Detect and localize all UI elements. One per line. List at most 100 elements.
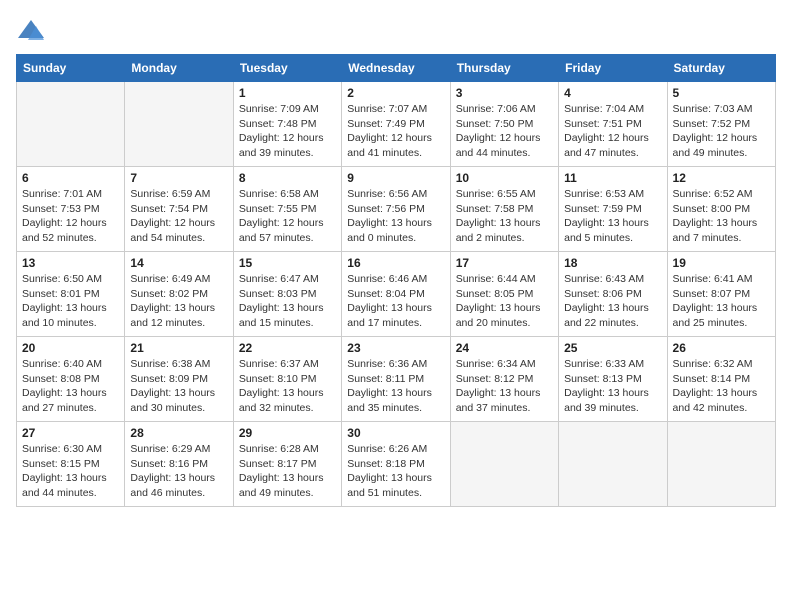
- day-cell: 2Sunrise: 7:07 AM Sunset: 7:49 PM Daylig…: [342, 82, 450, 167]
- day-number: 13: [22, 256, 119, 270]
- day-info: Sunrise: 6:30 AM Sunset: 8:15 PM Dayligh…: [22, 442, 119, 501]
- day-cell: 8 Sunrise: 6:58 AM Sunset: 7:55 PM Daylig…: [233, 167, 341, 252]
- day-info: Sunrise: 7:04 AM Sunset: 7:51 PM Dayligh…: [564, 102, 661, 161]
- day-info: Sunrise: 6:52 AM Sunset: 8:00 PM Dayligh…: [673, 187, 770, 246]
- week-row-0: 1 Sunrise: 7:09 AM Sunset: 7:48 PM Daylig…: [17, 82, 776, 167]
- day-cell: 16 Sunrise: 6:46 AM Sunset: 8:04 PM Dayli…: [342, 252, 450, 337]
- calendar-body: 1 Sunrise: 7:09 AM Sunset: 7:48 PM Daylig…: [17, 82, 776, 507]
- day-info: Sunrise: 6:43 AM Sunset: 8:06 PM Dayligh…: [564, 272, 661, 331]
- week-row-1: 6 Sunrise: 7:01 AM Sunset: 7:53 PM Daylig…: [17, 167, 776, 252]
- day-info: Sunrise: 6:38 AM Sunset: 8:09 PM Dayligh…: [130, 357, 227, 416]
- day-number: 3: [456, 86, 553, 100]
- day-info: Sunrise: 7:09 AM Sunset: 7:48 PM Dayligh…: [239, 102, 336, 161]
- day-number: 19: [673, 256, 770, 270]
- day-cell: 29 Sunrise: 6:28 AM Sunset: 8:17 PM Dayli…: [233, 422, 341, 507]
- page-header: [16, 16, 776, 44]
- day-cell: 18 Sunrise: 6:43 AM Sunset: 8:06 PM Dayli…: [559, 252, 667, 337]
- day-number: 16: [347, 256, 444, 270]
- day-number: 5: [673, 86, 770, 100]
- day-cell: 10 Sunrise: 6:55 AM Sunset: 7:58 PM Dayli…: [450, 167, 558, 252]
- day-number: 20: [22, 341, 119, 355]
- day-info: Sunrise: 6:58 AM Sunset: 7:55 PM Dayligh…: [239, 187, 336, 246]
- day-number: 24: [456, 341, 553, 355]
- day-cell: 15Sunrise: 6:47 AM Sunset: 8:03 PM Dayli…: [233, 252, 341, 337]
- day-header-thursday: Thursday: [450, 55, 558, 82]
- day-cell: 22Sunrise: 6:37 AM Sunset: 8:10 PM Dayli…: [233, 337, 341, 422]
- day-cell: 3 Sunrise: 7:06 AM Sunset: 7:50 PM Daylig…: [450, 82, 558, 167]
- day-number: 28: [130, 426, 227, 440]
- day-header-saturday: Saturday: [667, 55, 775, 82]
- day-cell: 11 Sunrise: 6:53 AM Sunset: 7:59 PM Dayli…: [559, 167, 667, 252]
- day-cell: 1 Sunrise: 7:09 AM Sunset: 7:48 PM Daylig…: [233, 82, 341, 167]
- week-row-2: 13 Sunrise: 6:50 AM Sunset: 8:01 PM Dayli…: [17, 252, 776, 337]
- day-number: 21: [130, 341, 227, 355]
- day-info: Sunrise: 6:55 AM Sunset: 7:58 PM Dayligh…: [456, 187, 553, 246]
- day-info: Sunrise: 6:28 AM Sunset: 8:17 PM Dayligh…: [239, 442, 336, 501]
- day-header-friday: Friday: [559, 55, 667, 82]
- day-info: Sunrise: 6:59 AM Sunset: 7:54 PM Dayligh…: [130, 187, 227, 246]
- day-number: 25: [564, 341, 661, 355]
- day-number: 23: [347, 341, 444, 355]
- day-cell: [125, 82, 233, 167]
- day-info: Sunrise: 6:46 AM Sunset: 8:04 PM Dayligh…: [347, 272, 444, 331]
- calendar-header: SundayMondayTuesdayWednesdayThursdayFrid…: [17, 55, 776, 82]
- day-number: 2: [347, 86, 444, 100]
- day-cell: 24 Sunrise: 6:34 AM Sunset: 8:12 PM Dayli…: [450, 337, 558, 422]
- day-info: Sunrise: 7:03 AM Sunset: 7:52 PM Dayligh…: [673, 102, 770, 161]
- day-cell: [559, 422, 667, 507]
- day-header-wednesday: Wednesday: [342, 55, 450, 82]
- day-info: Sunrise: 7:06 AM Sunset: 7:50 PM Dayligh…: [456, 102, 553, 161]
- day-cell: 12Sunrise: 6:52 AM Sunset: 8:00 PM Dayli…: [667, 167, 775, 252]
- day-info: Sunrise: 7:01 AM Sunset: 7:53 PM Dayligh…: [22, 187, 119, 246]
- day-cell: 6 Sunrise: 7:01 AM Sunset: 7:53 PM Daylig…: [17, 167, 125, 252]
- day-header-sunday: Sunday: [17, 55, 125, 82]
- day-cell: 4 Sunrise: 7:04 AM Sunset: 7:51 PM Daylig…: [559, 82, 667, 167]
- day-info: Sunrise: 6:47 AM Sunset: 8:03 PM Dayligh…: [239, 272, 336, 331]
- day-number: 1: [239, 86, 336, 100]
- day-cell: 14Sunrise: 6:49 AM Sunset: 8:02 PM Dayli…: [125, 252, 233, 337]
- day-info: Sunrise: 6:44 AM Sunset: 8:05 PM Dayligh…: [456, 272, 553, 331]
- day-cell: [17, 82, 125, 167]
- day-number: 26: [673, 341, 770, 355]
- day-info: Sunrise: 6:32 AM Sunset: 8:14 PM Dayligh…: [673, 357, 770, 416]
- day-cell: 7 Sunrise: 6:59 AM Sunset: 7:54 PM Daylig…: [125, 167, 233, 252]
- day-header-monday: Monday: [125, 55, 233, 82]
- day-number: 10: [456, 171, 553, 185]
- day-info: Sunrise: 6:53 AM Sunset: 7:59 PM Dayligh…: [564, 187, 661, 246]
- day-cell: 27 Sunrise: 6:30 AM Sunset: 8:15 PM Dayli…: [17, 422, 125, 507]
- day-info: Sunrise: 6:37 AM Sunset: 8:10 PM Dayligh…: [239, 357, 336, 416]
- header-row: SundayMondayTuesdayWednesdayThursdayFrid…: [17, 55, 776, 82]
- day-cell: 19 Sunrise: 6:41 AM Sunset: 8:07 PM Dayli…: [667, 252, 775, 337]
- day-cell: 20Sunrise: 6:40 AM Sunset: 8:08 PM Dayli…: [17, 337, 125, 422]
- day-cell: 21 Sunrise: 6:38 AM Sunset: 8:09 PM Dayli…: [125, 337, 233, 422]
- day-number: 8: [239, 171, 336, 185]
- day-number: 29: [239, 426, 336, 440]
- day-cell: 30 Sunrise: 6:26 AM Sunset: 8:18 PM Dayli…: [342, 422, 450, 507]
- day-number: 11: [564, 171, 661, 185]
- day-cell: 9 Sunrise: 6:56 AM Sunset: 7:56 PM Daylig…: [342, 167, 450, 252]
- day-number: 27: [22, 426, 119, 440]
- week-row-4: 27 Sunrise: 6:30 AM Sunset: 8:15 PM Dayli…: [17, 422, 776, 507]
- day-cell: [450, 422, 558, 507]
- day-number: 14: [130, 256, 227, 270]
- day-info: Sunrise: 6:56 AM Sunset: 7:56 PM Dayligh…: [347, 187, 444, 246]
- day-cell: [667, 422, 775, 507]
- day-number: 7: [130, 171, 227, 185]
- day-number: 30: [347, 426, 444, 440]
- day-info: Sunrise: 6:26 AM Sunset: 8:18 PM Dayligh…: [347, 442, 444, 501]
- day-info: Sunrise: 6:41 AM Sunset: 8:07 PM Dayligh…: [673, 272, 770, 331]
- day-number: 17: [456, 256, 553, 270]
- day-cell: 28Sunrise: 6:29 AM Sunset: 8:16 PM Dayli…: [125, 422, 233, 507]
- day-number: 9: [347, 171, 444, 185]
- day-number: 18: [564, 256, 661, 270]
- day-number: 6: [22, 171, 119, 185]
- day-info: Sunrise: 6:33 AM Sunset: 8:13 PM Dayligh…: [564, 357, 661, 416]
- logo-icon: [16, 16, 46, 44]
- logo: [16, 16, 48, 44]
- day-info: Sunrise: 6:34 AM Sunset: 8:12 PM Dayligh…: [456, 357, 553, 416]
- day-number: 4: [564, 86, 661, 100]
- day-header-tuesday: Tuesday: [233, 55, 341, 82]
- day-cell: 23Sunrise: 6:36 AM Sunset: 8:11 PM Dayli…: [342, 337, 450, 422]
- day-cell: 5 Sunrise: 7:03 AM Sunset: 7:52 PM Daylig…: [667, 82, 775, 167]
- day-info: Sunrise: 6:50 AM Sunset: 8:01 PM Dayligh…: [22, 272, 119, 331]
